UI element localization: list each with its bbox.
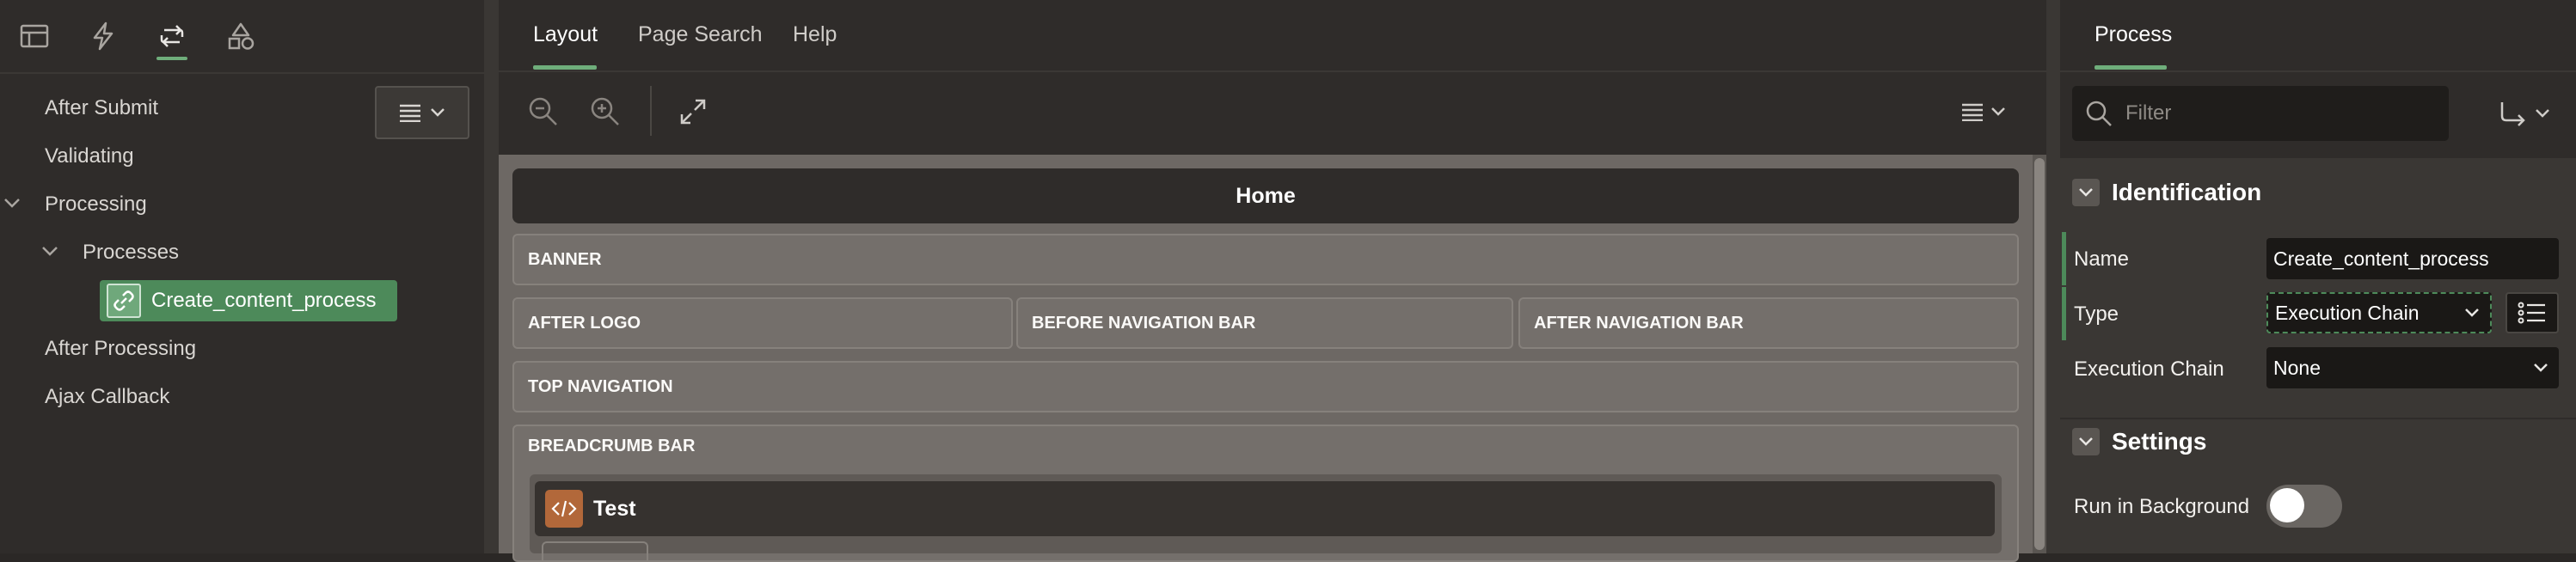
group-title: Identification xyxy=(2112,179,2262,205)
rendering-tree-icon xyxy=(20,24,49,48)
go-to-group-icon xyxy=(2500,102,2525,126)
canvas-scrollbar[interactable] xyxy=(2033,155,2046,553)
required-indicator xyxy=(2062,287,2066,340)
region-title: BREADCRUMB BAR xyxy=(528,437,696,455)
required-indicator xyxy=(2062,232,2066,285)
page-title[interactable]: Home xyxy=(512,168,2019,223)
chevron-down-icon[interactable] xyxy=(41,246,58,258)
filter-input[interactable] xyxy=(2124,101,2437,126)
toolbar-divider xyxy=(650,86,652,136)
component-test[interactable]: Test xyxy=(535,481,1995,536)
filter-box xyxy=(2072,86,2449,141)
region-after-navigation-bar[interactable]: AFTER NAVIGATION BAR xyxy=(1518,297,2019,349)
chevron-down-icon xyxy=(2534,363,2548,372)
name-field[interactable]: Create_content_process xyxy=(2266,238,2559,279)
tree-item-after-submit[interactable]: After Submit xyxy=(45,96,158,120)
left-panel xyxy=(0,0,484,553)
region-before-navigation-bar[interactable]: BEFORE NAVIGATION BAR xyxy=(1016,297,1513,349)
type-list-button[interactable] xyxy=(2505,292,2559,333)
left-panel-tabs xyxy=(0,0,484,74)
processing-tab[interactable] xyxy=(153,17,191,60)
right-splitter[interactable] xyxy=(2046,0,2060,553)
active-tab-indicator xyxy=(533,65,597,70)
menu-icon xyxy=(1962,103,1983,121)
zoom-out-button[interactable] xyxy=(524,93,562,131)
sub-region xyxy=(542,541,648,560)
tree-item-validating[interactable]: Validating xyxy=(45,144,134,168)
chevron-down-icon[interactable] xyxy=(2072,179,2100,206)
layout-toolbar xyxy=(499,72,2046,155)
tab-layout[interactable]: Layout xyxy=(533,22,598,47)
group-divider xyxy=(2060,418,2576,419)
group-identification[interactable]: Identification xyxy=(2072,179,2261,206)
tree-item-processes[interactable]: Processes xyxy=(83,241,179,265)
group-settings[interactable]: Settings xyxy=(2072,428,2206,455)
expand-icon xyxy=(680,99,706,125)
zoom-in-button[interactable] xyxy=(586,93,624,131)
zoom-in-icon xyxy=(591,97,619,125)
tree-item-ajax-callback[interactable]: Ajax Callback xyxy=(45,385,169,409)
run-in-background-label: Run in Background xyxy=(2074,495,2250,518)
execution-chain-label: Execution Chain xyxy=(2074,357,2224,381)
search-icon xyxy=(2086,101,2112,126)
layout-menu-button[interactable] xyxy=(1957,93,2010,131)
zoom-out-icon xyxy=(529,97,557,125)
component-label: Test xyxy=(593,496,636,521)
menu-icon xyxy=(400,104,420,122)
region-banner[interactable]: BANNER xyxy=(512,234,2019,285)
type-select[interactable]: Execution Chain xyxy=(2266,292,2492,333)
tab-page-search[interactable]: Page Search xyxy=(638,22,763,47)
name-label: Name xyxy=(2074,247,2130,271)
left-splitter[interactable] xyxy=(484,0,499,553)
toggle-knob xyxy=(2270,488,2304,522)
region-top-navigation[interactable]: TOP NAVIGATION xyxy=(512,361,2019,412)
run-in-background-toggle[interactable] xyxy=(2266,485,2342,528)
shared-components-tab[interactable] xyxy=(222,17,260,55)
chevron-down-icon xyxy=(2536,109,2549,118)
execution-chain-value: None xyxy=(2273,356,2321,379)
tree-item-label: Create_content_process xyxy=(151,289,377,312)
tree-menu-button[interactable] xyxy=(375,86,469,139)
expand-button[interactable] xyxy=(674,93,712,131)
chevron-down-icon xyxy=(1991,107,2005,116)
list-icon xyxy=(2518,302,2545,324)
execution-chain-select[interactable]: None xyxy=(2266,347,2559,388)
dynamic-actions-tab[interactable] xyxy=(84,17,122,55)
chevron-down-icon xyxy=(2465,308,2479,317)
chevron-down-icon[interactable] xyxy=(2072,428,2100,455)
tree-item-processing[interactable]: Processing xyxy=(45,192,147,217)
shared-components-icon xyxy=(228,22,255,50)
tab-help[interactable]: Help xyxy=(793,22,837,47)
tree-item-selected-process[interactable]: Create_content_process xyxy=(100,280,397,321)
type-value: Execution Chain xyxy=(2275,301,2420,324)
group-title: Settings xyxy=(2112,428,2207,455)
type-label: Type xyxy=(2074,302,2119,326)
link-icon xyxy=(107,284,141,318)
tab-process[interactable]: Process xyxy=(2095,22,2172,47)
region-after-logo[interactable]: AFTER LOGO xyxy=(512,297,1013,349)
rendering-tab[interactable] xyxy=(15,17,53,55)
chevron-down-icon xyxy=(431,108,445,117)
active-tab-indicator xyxy=(2095,65,2167,70)
go-to-group-button[interactable] xyxy=(2493,93,2555,134)
code-icon xyxy=(545,490,583,528)
chevron-down-icon[interactable] xyxy=(3,198,21,210)
processing-icon xyxy=(160,25,184,47)
dynamic-actions-icon xyxy=(93,21,113,51)
scrollbar-thumb[interactable] xyxy=(2034,158,2045,550)
tree-item-after-processing[interactable]: After Processing xyxy=(45,337,196,361)
